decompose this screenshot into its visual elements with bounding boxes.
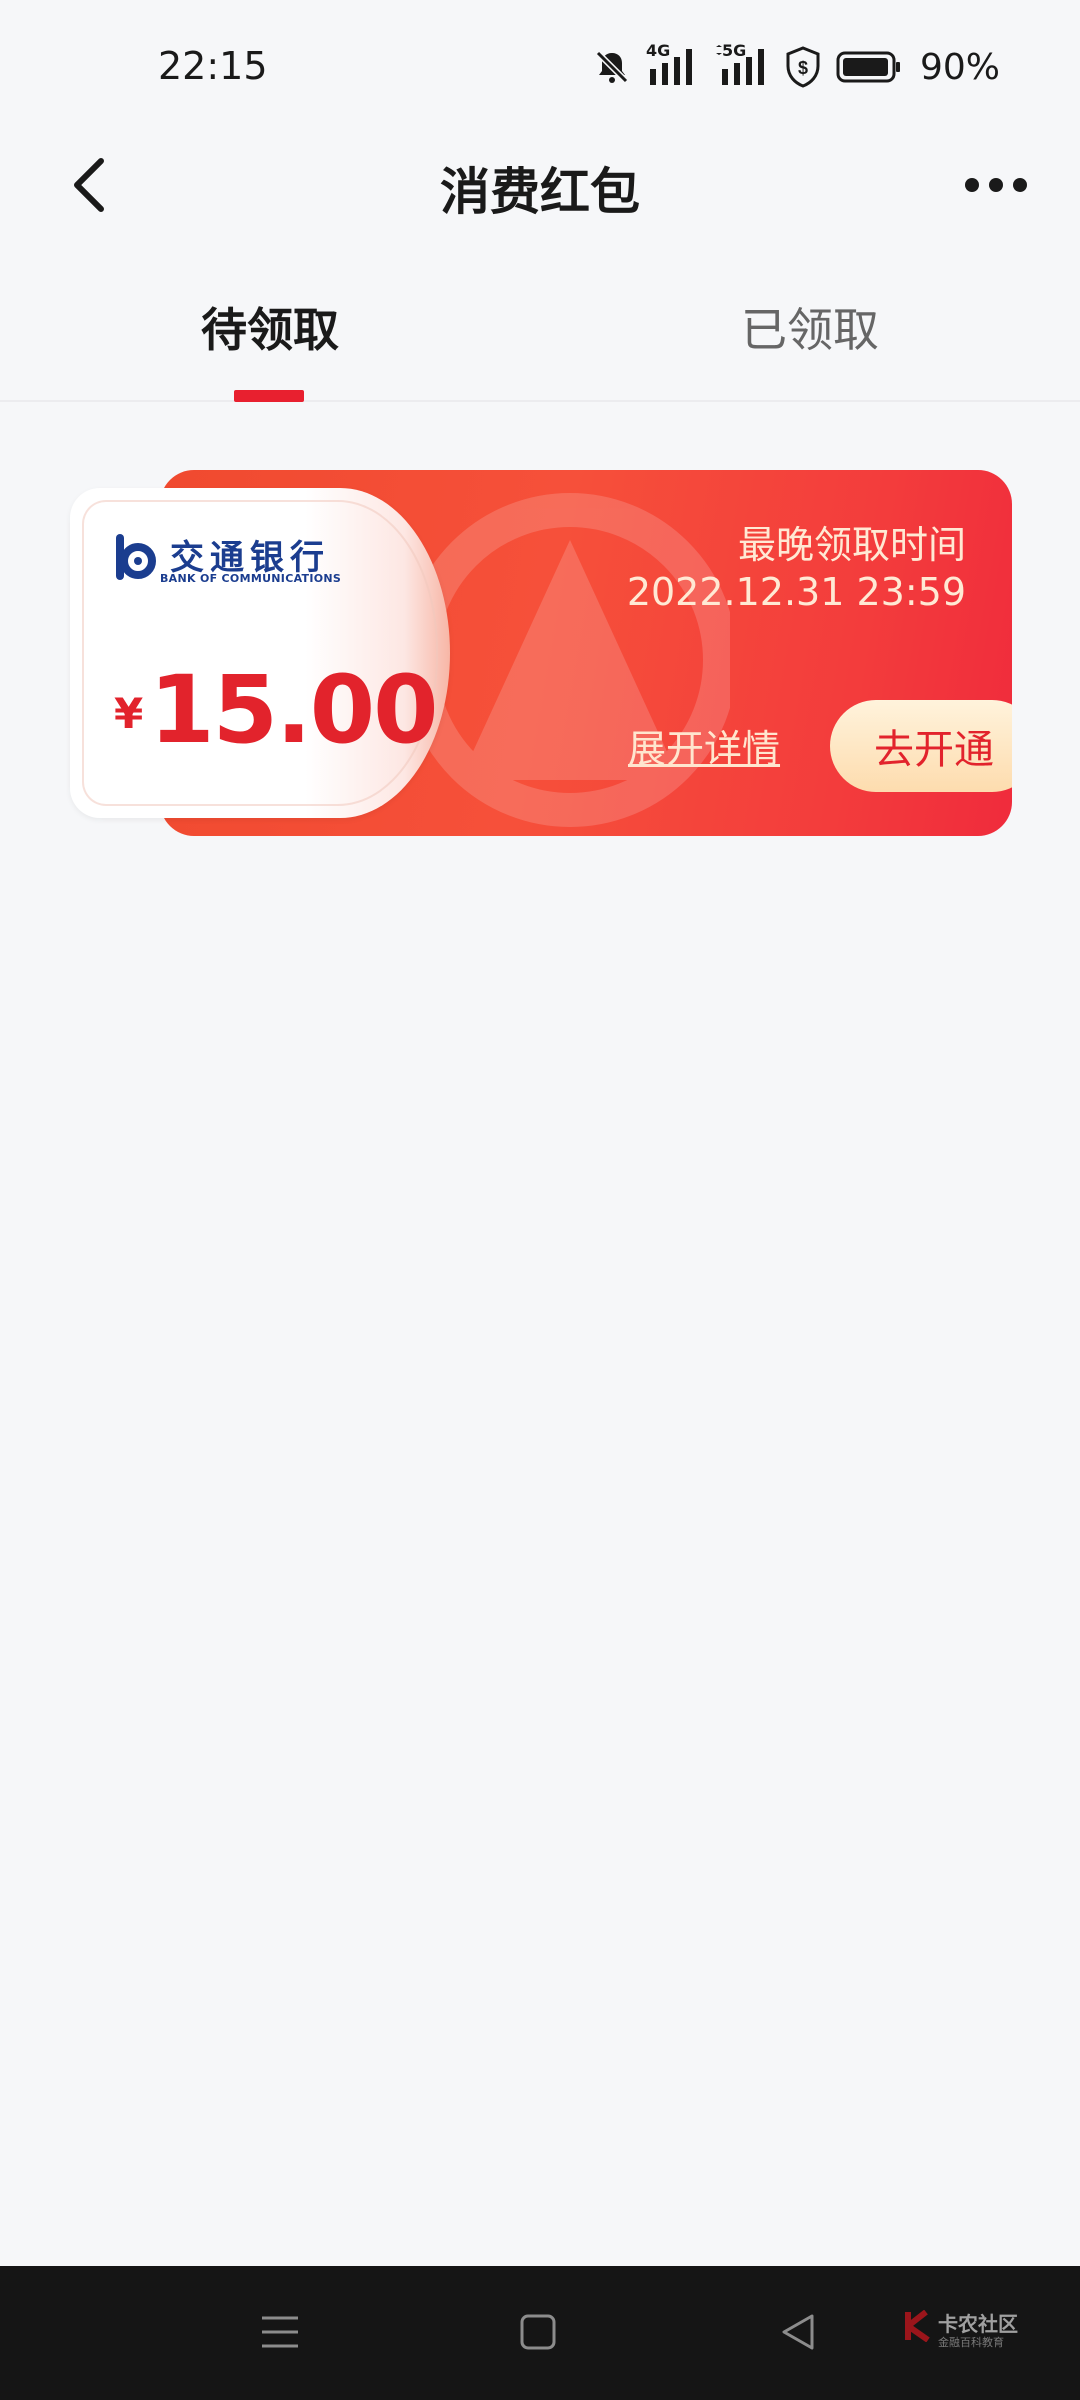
home-square-icon xyxy=(520,2314,556,2350)
deadline-label: 最晚领取时间 xyxy=(737,523,966,567)
battery-percentage: 90% xyxy=(919,46,1000,88)
coupon-amount: ¥15.00 xyxy=(114,656,439,765)
title-bar: 消费红包 xyxy=(0,130,1080,240)
nav-menu-button[interactable] xyxy=(248,2300,312,2364)
menu-icon xyxy=(262,2316,298,2348)
watermark-logo-icon xyxy=(905,2310,930,2342)
watermark-text: 卡农社区 xyxy=(938,2312,1018,2336)
tab-received[interactable]: 已领取 xyxy=(540,294,1080,360)
bank-of-communications-logo-icon xyxy=(116,534,156,580)
currency-symbol: ¥ xyxy=(114,689,144,738)
battery-icon xyxy=(836,50,902,84)
system-nav-bar: 卡农社区 金融百科教育 xyxy=(0,2266,1080,2400)
watermark-subtext: 金融百科教育 xyxy=(938,2336,1004,2349)
status-icons: 4G 5G $ 90% xyxy=(592,41,1000,92)
activate-button[interactable]: 去开通 xyxy=(830,700,1012,792)
nav-home-button[interactable] xyxy=(506,2300,570,2364)
amount-value: 15.00 xyxy=(149,656,438,765)
svg-text:$: $ xyxy=(798,58,808,78)
expand-details-link[interactable]: 展开详情 xyxy=(628,718,780,773)
shield-dollar-icon: $ xyxy=(784,46,822,88)
community-watermark: 卡农社区 金融百科教育 xyxy=(904,2308,1034,2354)
more-dots-icon xyxy=(965,178,1027,192)
nav-back-button[interactable] xyxy=(766,2300,830,2364)
tab-bar: 待领取 已领取 xyxy=(0,260,1080,402)
bank-logo: 交通银行 BANK OF COMMUNICATIONS xyxy=(112,530,362,590)
deadline-date: 2022.12.31 23:59 xyxy=(626,570,966,614)
more-button[interactable] xyxy=(956,150,1036,220)
tab-pending[interactable]: 待领取 xyxy=(0,294,540,360)
screen: 22:15 4G 5G $ 90% 消费红包 待领取 已领取 最晚领取时间 20… xyxy=(0,0,1080,2400)
bank-watermark-icon xyxy=(410,493,730,827)
coupon-card[interactable]: 最晚领取时间 2022.12.31 23:59 展开详情 去开通 交通银行 BA… xyxy=(70,470,1012,836)
back-triangle-icon xyxy=(782,2314,814,2350)
tab-active-indicator xyxy=(234,390,304,402)
status-bar: 22:15 4G 5G $ 90% xyxy=(0,0,1080,130)
bank-name-en: BANK OF COMMUNICATIONS xyxy=(160,572,342,585)
signal-5g-icon: 5G xyxy=(712,41,770,89)
bell-off-icon xyxy=(592,47,632,87)
page-title: 消费红包 xyxy=(440,163,640,221)
coupon-stub: 交通银行 BANK OF COMMUNICATIONS ¥15.00 xyxy=(70,488,450,818)
signal-4g-icon: 4G xyxy=(646,41,698,89)
status-time: 22:15 xyxy=(158,44,268,88)
